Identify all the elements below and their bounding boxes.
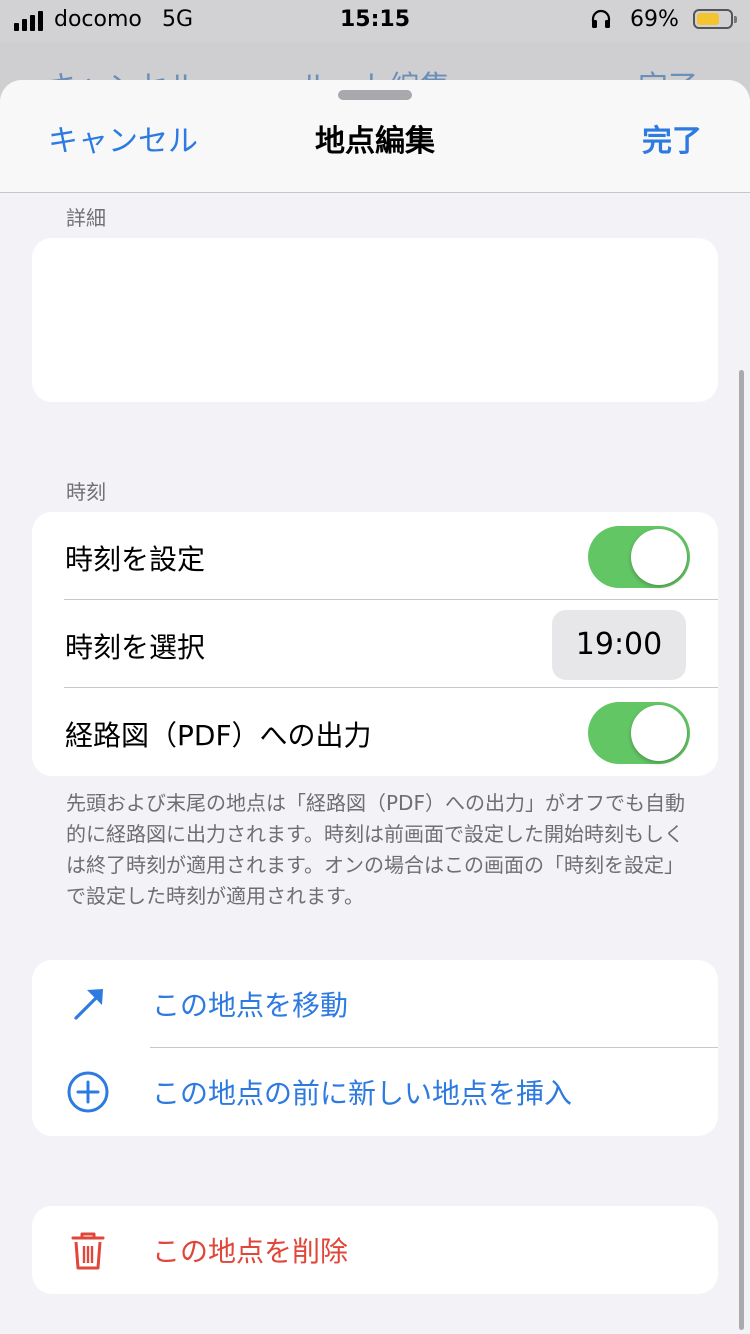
pdf-output-row[interactable]: 経路図（PDF）への出力 [32, 688, 718, 776]
done-button[interactable]: 完了 [642, 116, 702, 160]
background-cancel: キャンセル [48, 62, 198, 82]
insert-point-label: この地点の前に新しい地点を挿入 [152, 1077, 573, 1110]
select-time-label: 時刻を選択 [65, 631, 206, 664]
point-actions-card: この地点を移動 この地点の前に新しい地点を挿入 [32, 960, 718, 1136]
status-bar: docomo 5G 15:15 69% [0, 0, 750, 42]
background-navigation: キャンセル ルート編集 完了 [0, 42, 750, 82]
details-section-title: 詳細 [66, 206, 106, 230]
delete-point-button[interactable]: この地点を削除 [32, 1206, 718, 1294]
set-time-row[interactable]: 時刻を設定 [32, 512, 718, 600]
select-time-row[interactable]: 時刻を選択 19:00 [32, 600, 718, 688]
details-text-area[interactable] [32, 238, 718, 402]
time-picker-button[interactable]: 19:00 [552, 610, 686, 680]
set-time-toggle[interactable] [588, 526, 690, 588]
plus-circle-icon [67, 1071, 109, 1113]
sheet-header: キャンセル 地点編集 完了 [0, 80, 750, 193]
sheet-grabber[interactable] [338, 90, 412, 100]
insert-point-button[interactable]: この地点の前に新しい地点を挿入 [32, 1048, 718, 1136]
background-done: 完了 [638, 62, 698, 82]
time-settings-card: 時刻を設定 時刻を選択 19:00 経路図（PDF）への出力 [32, 512, 718, 776]
pdf-output-toggle[interactable] [588, 702, 690, 764]
pdf-output-label: 経路図（PDF）への出力 [65, 719, 372, 752]
battery-icon [693, 9, 737, 29]
battery-percent: 69% [630, 7, 679, 32]
trash-icon [71, 1232, 105, 1270]
background-title: ルート編集 [300, 62, 450, 82]
scrollbar[interactable] [739, 370, 744, 1330]
arrow-up-right-icon [74, 989, 103, 1020]
time-section-title: 時刻 [66, 480, 106, 504]
headphones-icon [591, 9, 611, 28]
move-point-label: この地点を移動 [152, 989, 349, 1022]
page-title: 地点編集 [315, 124, 435, 159]
edit-point-sheet: キャンセル 地点編集 完了 詳細 時刻 時刻を設定 時刻を選択 19:00 経路… [0, 80, 750, 1334]
time-section-footer: 先頭および末尾の地点は「経路図（PDF）への出力」がオフでも自動的に経路図に出力… [66, 791, 685, 908]
delete-point-label: この地点を削除 [152, 1235, 349, 1268]
delete-point-card: この地点を削除 [32, 1206, 718, 1294]
move-point-button[interactable]: この地点を移動 [32, 960, 718, 1048]
set-time-label: 時刻を設定 [65, 543, 206, 576]
